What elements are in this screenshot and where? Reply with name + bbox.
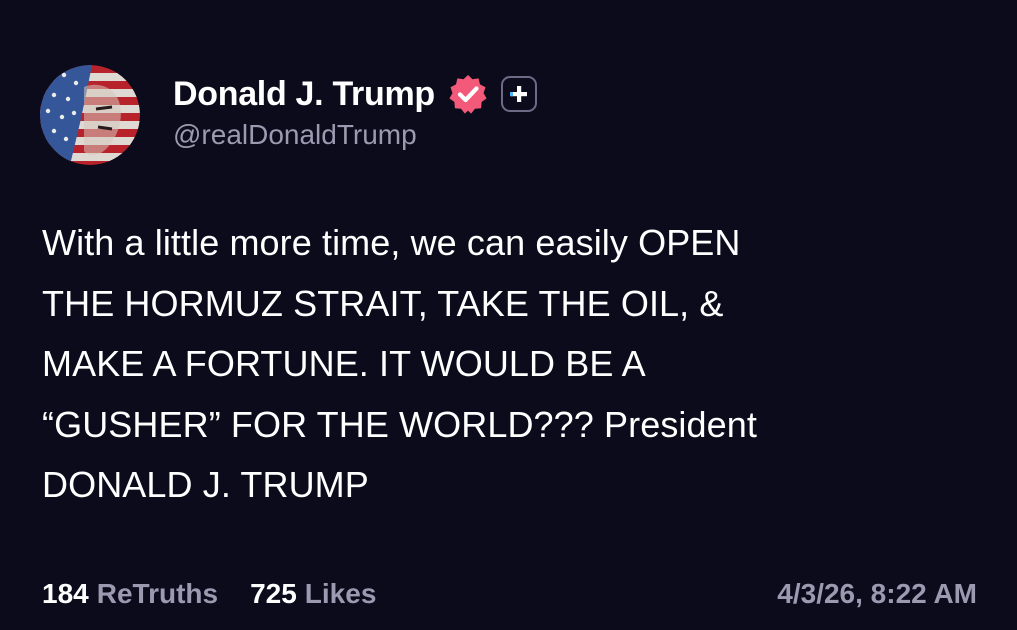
post-header: Donald J. Trump @realDonaldTrump xyxy=(40,63,537,167)
name-row: Donald J. Trump xyxy=(173,71,537,117)
retruths-count: 184 xyxy=(42,578,89,609)
post-text-line: With a little more time, we can easily O… xyxy=(42,222,741,263)
post-text-line: THE HORMUZ STRAIT, TAKE THE OIL, & xyxy=(42,282,724,324)
likes-stat[interactable]: 725 Likes xyxy=(250,578,376,610)
follow-button[interactable] xyxy=(500,76,537,112)
truth-post: Donald J. Trump @realDonaldTrump With a … xyxy=(0,0,1017,630)
american-flag-portrait-avatar xyxy=(40,65,140,165)
verified-badge-icon xyxy=(449,75,487,114)
post-timestamp[interactable]: 4/3/26, 8:22 AM xyxy=(777,578,977,610)
post-text: With a little more time, we can easily O… xyxy=(42,213,962,516)
retruths-stat[interactable]: 184 ReTruths xyxy=(42,578,218,610)
likes-label: Likes xyxy=(304,578,377,609)
likes-count: 725 xyxy=(250,578,297,609)
post-footer: 184 ReTruths 725 Likes 4/3/26, 8:22 AM xyxy=(42,572,977,616)
post-text-line: MAKE A FORTUNE. IT WOULD BE A xyxy=(42,343,646,384)
retruths-label: ReTruths xyxy=(96,578,219,609)
author-identity: Donald J. Trump @realDonaldTrump xyxy=(173,71,537,151)
display-name[interactable]: Donald J. Trump xyxy=(173,75,435,114)
avatar[interactable] xyxy=(40,65,140,165)
author-handle[interactable]: @realDonaldTrump xyxy=(173,119,537,151)
plus-icon xyxy=(509,86,527,102)
post-text-line: “GUSHER” FOR THE WORLD??? President xyxy=(42,403,757,445)
post-text-line: DONALD J. TRUMP xyxy=(42,464,369,505)
